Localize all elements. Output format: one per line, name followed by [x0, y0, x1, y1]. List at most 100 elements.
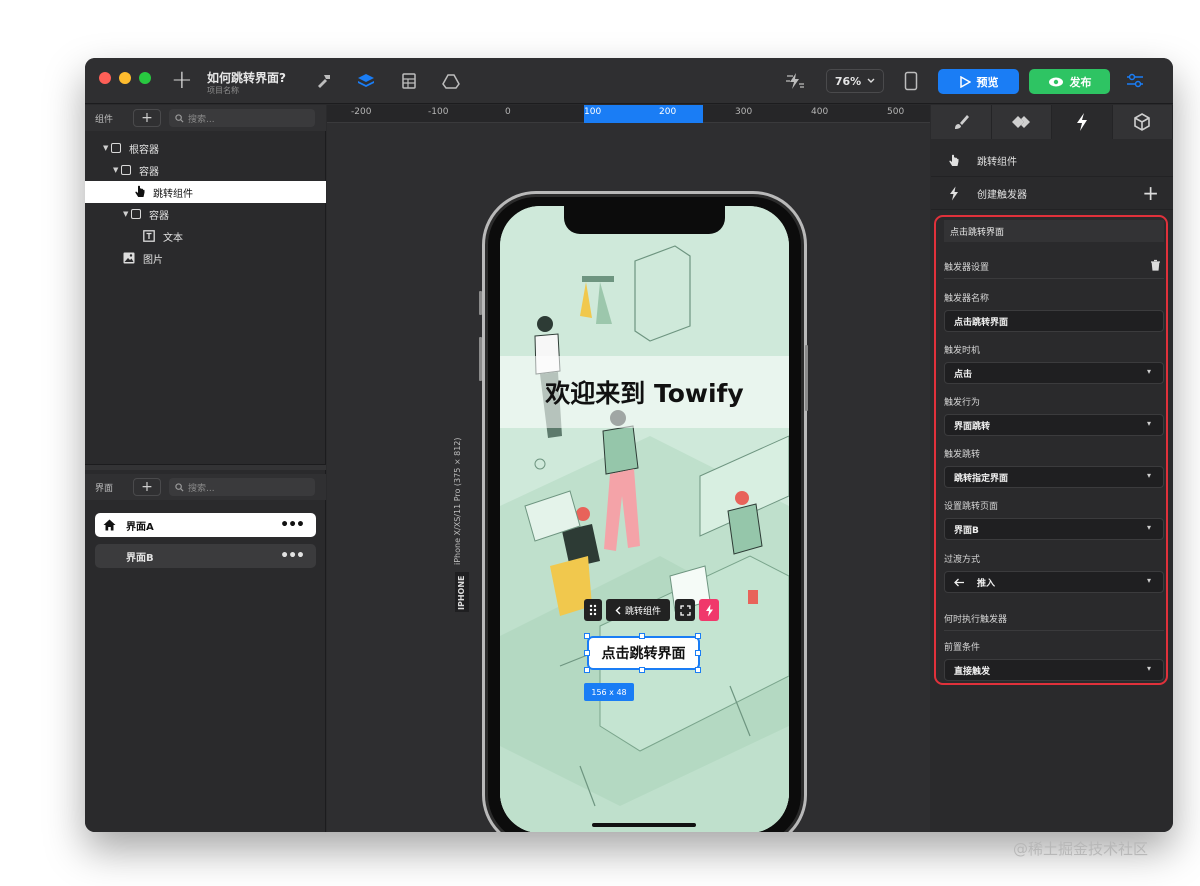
ruler-tick: 500 [887, 107, 905, 117]
trigger-timing-value: 点击 [954, 369, 973, 380]
device-tag[interactable]: IPHONE [455, 572, 469, 612]
tree-item-label: 图片 [143, 254, 163, 266]
divider [944, 630, 1164, 631]
tree-item-container-2[interactable]: ▼ 容器 [85, 203, 326, 225]
tree-item-label: 容器 [139, 166, 159, 178]
table-icon[interactable] [399, 71, 419, 91]
expand-triangle-icon[interactable]: ▼ [123, 210, 131, 218]
preview-button[interactable]: 预览 [938, 69, 1019, 94]
resize-handle[interactable] [639, 633, 645, 639]
resize-handle[interactable] [584, 650, 590, 656]
tree-item-label: 根容器 [129, 144, 159, 156]
jump-page-value: 界面B [954, 525, 979, 536]
jump-page-select[interactable]: 界面B ▾ [944, 518, 1164, 540]
resize-handle[interactable] [639, 667, 645, 673]
device-size-label: iPhone X/XS/11 Pro (375 × 812) [453, 375, 469, 565]
tree-item-text[interactable]: 文本 [85, 225, 326, 247]
zoom-select[interactable]: 76% [826, 69, 884, 93]
expand-triangle-icon[interactable]: ▼ [113, 166, 121, 174]
fit-frame-button[interactable] [675, 599, 695, 621]
maximize-window-button[interactable] [139, 72, 151, 84]
inspector-panel: 跳转组件 创建触发器 + 点击跳转界面 触发器设置 触发器名称 点击跳转界面 触… [931, 105, 1173, 832]
tab-style[interactable] [931, 105, 992, 139]
ruler-tick: 400 [811, 107, 829, 117]
design-canvas[interactable]: -200 -100 0 100 200 300 400 500 iPhone X… [327, 105, 930, 832]
hammer-icon[interactable] [314, 71, 334, 91]
home-icon [103, 519, 116, 531]
tab-components[interactable] [991, 105, 1052, 139]
add-component-button[interactable]: + [133, 109, 161, 127]
tree-item-jump-component[interactable]: 跳转组件 [85, 181, 326, 203]
phone-side-button [805, 345, 808, 411]
panel-resize-handle[interactable] [85, 464, 326, 470]
tree-item-label: 容器 [149, 210, 169, 222]
ruler-tick: 300 [735, 107, 753, 117]
ruler-tick: -100 [428, 107, 449, 117]
trash-icon[interactable] [1150, 259, 1161, 271]
chevron-left-icon [615, 606, 621, 614]
chevron-down-icon: ▾ [1146, 576, 1151, 585]
transition-value: 推入 [977, 578, 996, 589]
tab-3d[interactable] [1112, 105, 1173, 139]
trigger-when-label: 何时执行触发器 [944, 615, 1008, 625]
more-icon[interactable]: ••• [280, 548, 305, 564]
settings-sliders-icon[interactable] [1125, 71, 1145, 91]
components-label: 组件 [95, 114, 114, 125]
resize-handle[interactable] [584, 633, 590, 639]
components-panel-header: 组件 + 搜索... [85, 105, 326, 131]
precondition-select[interactable]: 直接触发 ▾ [944, 659, 1164, 681]
lightning-icon [950, 186, 958, 201]
screen-search-input[interactable]: 搜索... [169, 478, 315, 496]
trigger-settings-label: 触发器设置 [944, 263, 990, 273]
tree-item-container[interactable]: ▼ 容器 [85, 159, 326, 181]
phone-screen[interactable]: 欢迎来到 Towify [500, 206, 789, 832]
grip-icon [589, 604, 597, 616]
drag-handle-button[interactable] [584, 599, 602, 621]
minimize-window-button[interactable] [119, 72, 131, 84]
resize-handle[interactable] [584, 667, 590, 673]
more-icon[interactable]: ••• [280, 517, 305, 533]
trigger-action-select[interactable]: 界面跳转 ▾ [944, 414, 1164, 436]
screen-item-b[interactable]: 界面B ••• [95, 544, 316, 568]
transition-select[interactable]: 推入 ▾ [944, 571, 1164, 593]
tree-item-image[interactable]: 图片 [85, 247, 326, 269]
trigger-name-input[interactable]: 点击跳转界面 [944, 310, 1164, 332]
add-screen-button[interactable]: + [133, 478, 161, 496]
component-search-input[interactable]: 搜索... [169, 109, 315, 127]
cube-icon [1134, 113, 1151, 131]
chevron-down-icon [867, 78, 875, 83]
layers-icon[interactable] [356, 71, 376, 91]
watermark: @稀土掘金技术社区 [1013, 840, 1149, 858]
device-icon[interactable] [901, 71, 921, 91]
search-icon [175, 482, 184, 492]
resize-handle[interactable] [695, 633, 701, 639]
resize-handle[interactable] [695, 650, 701, 656]
container-icon [111, 143, 121, 153]
flash-off-icon[interactable] [785, 71, 805, 91]
chevron-down-icon: ▾ [1146, 367, 1151, 376]
trigger-name-value: 点击跳转界面 [954, 317, 1009, 328]
jump-button-preview[interactable]: 点击跳转界面 [587, 636, 700, 670]
trigger-timing-select[interactable]: 点击 ▾ [944, 362, 1164, 384]
add-icon[interactable]: + [171, 67, 193, 93]
size-badge: 156 x 48 [584, 683, 634, 701]
add-trigger-button[interactable]: + [1142, 182, 1159, 204]
trigger-name-label: 触发器名称 [944, 294, 990, 304]
create-trigger-row[interactable]: 创建触发器 + [931, 178, 1173, 210]
tree-item-root-container[interactable]: ▼ 根容器 [85, 137, 326, 159]
drive-icon[interactable] [441, 71, 461, 91]
select-parent-button[interactable]: 跳转组件 [606, 599, 670, 621]
resize-handle[interactable] [695, 667, 701, 673]
publish-button[interactable]: 发布 [1029, 69, 1110, 94]
project-title: 如何跳转界面? [207, 71, 286, 85]
close-window-button[interactable] [99, 72, 111, 84]
trigger-action-value: 界面跳转 [954, 421, 991, 432]
trigger-title[interactable]: 点击跳转界面 [944, 220, 1164, 242]
screen-item-a[interactable]: 界面A ••• [95, 513, 316, 537]
expand-triangle-icon[interactable]: ▼ [103, 144, 111, 152]
chevron-down-icon: ▾ [1146, 419, 1151, 428]
tab-triggers[interactable] [1052, 105, 1113, 139]
zoom-value: 76% [834, 74, 862, 88]
trigger-jump-select[interactable]: 跳转指定界面 ▾ [944, 466, 1164, 488]
trigger-button[interactable] [699, 599, 719, 621]
